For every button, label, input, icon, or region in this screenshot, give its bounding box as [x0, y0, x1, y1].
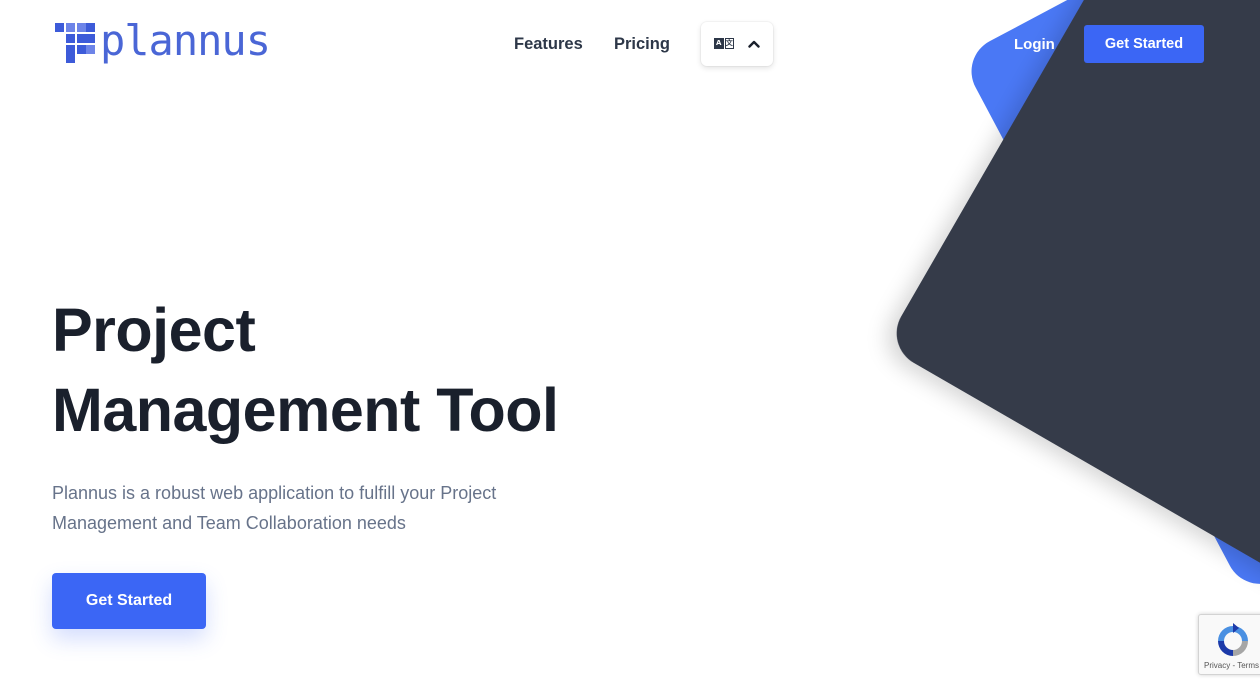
logo-icon — [55, 23, 95, 65]
logo-link[interactable]: plannus — [55, 16, 271, 66]
recaptcha-terms-link[interactable]: Terms — [1237, 661, 1259, 670]
login-link[interactable]: Login — [1014, 36, 1055, 54]
header-get-started-button[interactable]: Get Started — [1084, 25, 1204, 63]
recaptcha-links: Privacy - Terms — [1204, 661, 1259, 671]
hero-description: Plannus is a robust web application to f… — [52, 483, 497, 533]
nav-pricing-link[interactable]: Pricing — [614, 34, 670, 54]
translate-icon: A文 — [714, 38, 734, 50]
recaptcha-badge[interactable]: Privacy - Terms — [1198, 614, 1260, 675]
nav-features-link[interactable]: Features — [514, 34, 583, 54]
hero-title: Project Management Tool — [52, 290, 692, 450]
hero-get-started-button[interactable]: Get Started — [52, 573, 206, 629]
brand-wordmark: plannus — [99, 16, 271, 65]
chevron-up-icon — [748, 40, 760, 48]
recaptcha-privacy-link[interactable]: Privacy — [1204, 661, 1230, 670]
landing-page: plannus Features Pricing A文 Login Get St… — [0, 0, 1260, 680]
hero-title-line-2: Management Tool — [52, 376, 559, 444]
dark-decor-shape — [896, 0, 1260, 664]
language-selector[interactable]: A文 — [701, 22, 773, 66]
recaptcha-icon — [1218, 623, 1248, 656]
hero-title-line-1: Project — [52, 296, 256, 364]
blue-decor-shape — [971, 0, 1260, 584]
